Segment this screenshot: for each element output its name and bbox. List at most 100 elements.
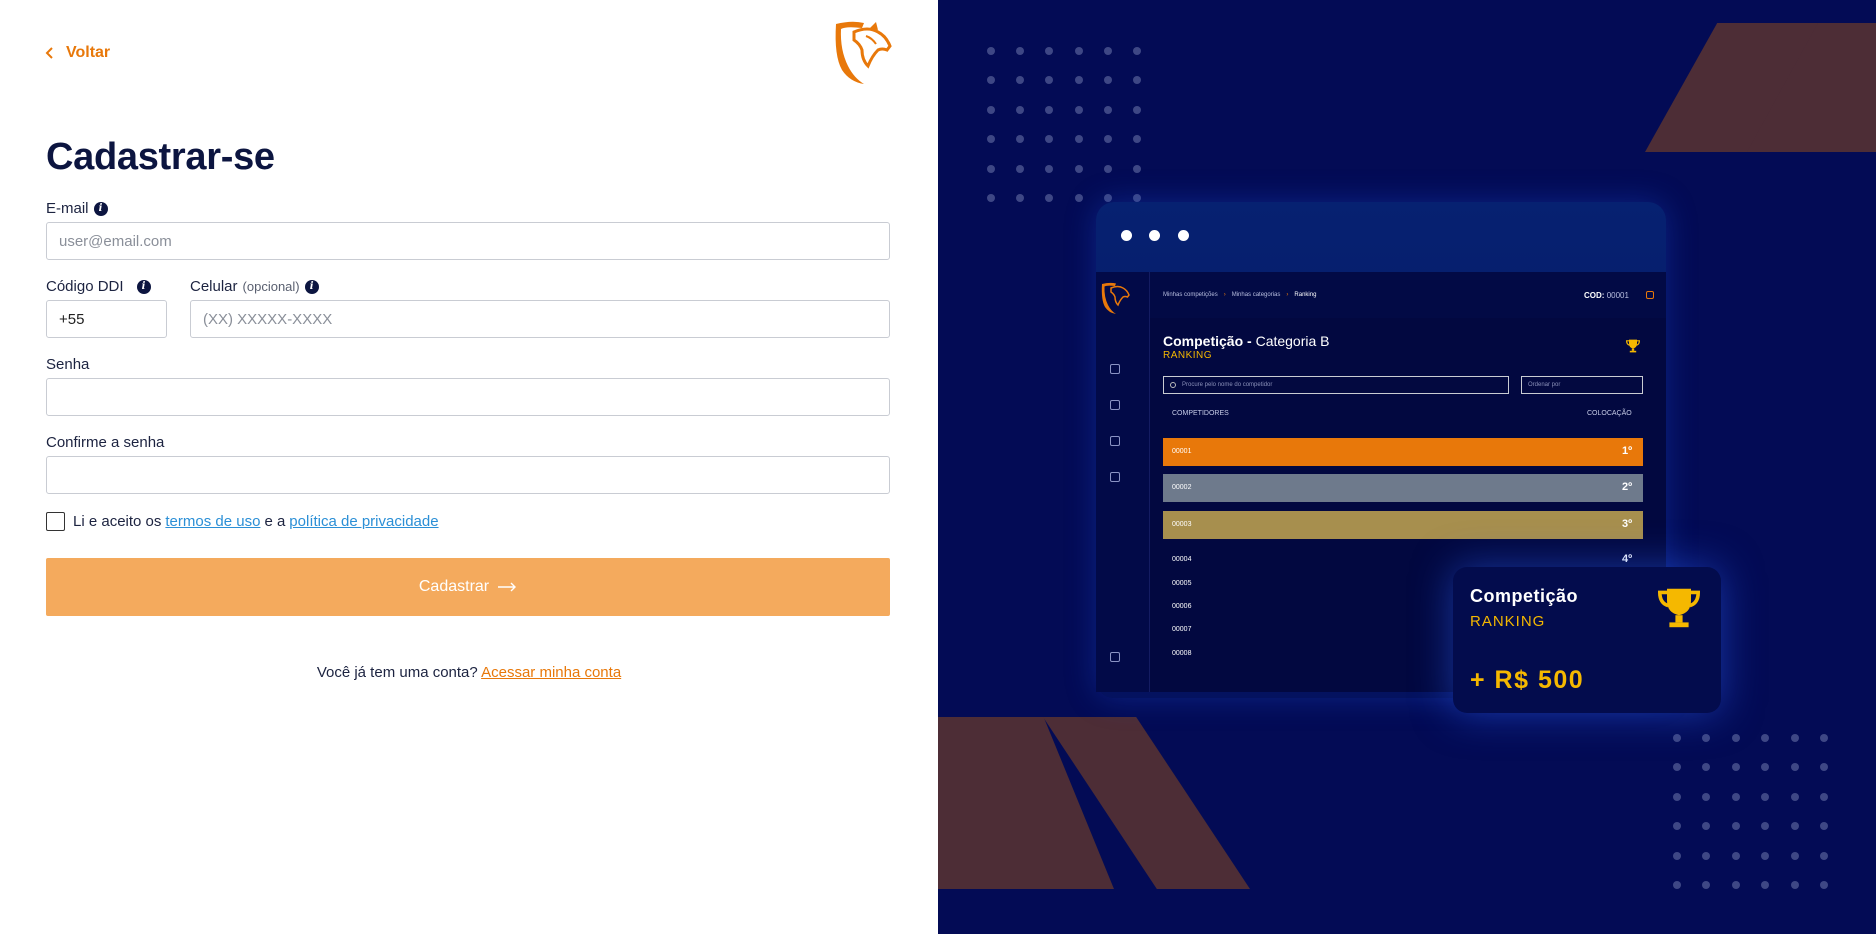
ddi-label-text: Código DDI — [46, 278, 124, 295]
confirm-password-label: Confirme a senha — [46, 434, 164, 451]
decor-dot — [1103, 47, 1112, 55]
terms-middle: e a — [264, 513, 286, 530]
decor-dot — [987, 105, 995, 114]
privacy-policy-link[interactable]: política de privacidade — [289, 513, 438, 530]
decor-dot — [1074, 194, 1083, 202]
confirm-password-label-text: Confirme a senha — [46, 434, 165, 451]
decor-dot — [1790, 763, 1799, 772]
mockup-title-bold: Competição - — [1163, 333, 1252, 349]
decor-dot — [1761, 851, 1770, 860]
logout-icon[interactable] — [1110, 652, 1120, 662]
ranking-code: 00008 — [1172, 650, 1192, 657]
email-field[interactable]: user@email.com — [46, 222, 890, 260]
mockup-title: Competição - Categoria B — [1163, 333, 1330, 349]
mockup-search-input[interactable]: Procure pelo nome do competidor — [1163, 376, 1509, 394]
decor-dot — [1731, 881, 1740, 889]
login-link[interactable]: Acessar minha conta — [481, 664, 621, 681]
info-icon[interactable]: i — [93, 201, 108, 216]
ranking-code: 00001 — [1172, 448, 1192, 455]
info-icon[interactable]: i — [304, 279, 319, 294]
decor-dot — [1673, 881, 1681, 889]
decor-dot — [1790, 792, 1799, 801]
sort-placeholder: Ordenar por — [1528, 382, 1561, 388]
phone-field[interactable]: (XX) XXXXX-XXXX — [190, 300, 890, 338]
decor-dot — [1790, 881, 1799, 889]
password-label: Senha — [46, 356, 89, 373]
email-label: E-mail i — [46, 200, 108, 217]
decor-dot — [1074, 164, 1083, 173]
ranking-row[interactable] — [1163, 474, 1643, 502]
decor-dot — [1731, 822, 1740, 831]
trophy-icon[interactable] — [1110, 400, 1120, 410]
decor-dot — [987, 164, 995, 173]
email-label-text: E-mail — [46, 200, 89, 217]
decor-dot — [1820, 792, 1828, 801]
submit-button[interactable]: Cadastrar — [46, 558, 890, 616]
decor-dot — [1820, 734, 1828, 742]
ddi-field[interactable]: +55 — [46, 300, 167, 338]
decor-dot — [1761, 792, 1770, 801]
terms-of-use-link[interactable]: termos de uso — [165, 513, 260, 530]
search-placeholder: Procure pelo nome do competidor — [1182, 382, 1273, 388]
play-icon[interactable] — [1110, 472, 1120, 482]
ranking-place: 3º — [1622, 518, 1633, 530]
terms-checkbox[interactable] — [46, 512, 65, 531]
horse-shield-logo-icon — [835, 21, 892, 84]
decor-dot — [1820, 881, 1828, 889]
decor-dot — [1074, 76, 1083, 85]
decor-dot — [1016, 105, 1025, 114]
copy-icon[interactable] — [1646, 291, 1654, 299]
decor-dot — [1103, 135, 1112, 144]
decor-dot — [1790, 851, 1799, 860]
mockup-cod: COD: 00001 — [1584, 291, 1629, 300]
window-dot — [1149, 230, 1160, 241]
phone-label-text: Celular — [190, 278, 238, 295]
mockup-breadcrumb: Minhas competições › Minhas categorias › R… — [1163, 292, 1317, 298]
decor-dot — [1074, 47, 1083, 55]
phone-placeholder: (XX) XXXXX-XXXX — [203, 310, 333, 328]
ranking-code: 00006 — [1172, 603, 1192, 610]
signup-panel: Voltar Cadastrar-se E-mail i user@email.… — [0, 0, 938, 934]
decor-dot — [1103, 105, 1112, 114]
ranking-code: 00004 — [1172, 556, 1192, 563]
breadcrumb-item[interactable]: Minhas competições — [1163, 292, 1218, 298]
decor-dot — [1790, 822, 1799, 831]
mockup-sort-select[interactable]: Ordenar por — [1521, 376, 1643, 394]
decor-dot — [1016, 164, 1025, 173]
login-prompt-text: Você já tem uma conta? — [316, 664, 478, 681]
decor-dot — [1673, 734, 1681, 742]
cod-value: 00001 — [1606, 291, 1629, 300]
decor-dot — [1731, 792, 1740, 801]
decor-dot — [1731, 734, 1740, 742]
ranking-row[interactable] — [1163, 511, 1643, 539]
ranking-code: 00002 — [1172, 484, 1192, 491]
decor-dot — [1820, 851, 1828, 860]
phone-optional-text: (opcional) — [242, 279, 300, 294]
back-link[interactable]: Voltar — [44, 44, 110, 62]
mockup-title-light: Categoria B — [1255, 333, 1330, 349]
breadcrumb-item[interactable]: Ranking — [1294, 292, 1316, 298]
submit-label: Cadastrar — [418, 578, 490, 595]
password-field[interactable] — [46, 378, 890, 416]
decor-dot — [1133, 164, 1141, 173]
confirm-password-field[interactable] — [46, 456, 890, 494]
col-competitors: COMPETIDORES — [1172, 410, 1229, 417]
decor-dot — [987, 47, 995, 55]
ranking-code: 00007 — [1172, 626, 1192, 633]
login-prompt: Você já tem uma conta? Acessar minha con… — [0, 664, 938, 681]
breadcrumb-item[interactable]: Minhas categorias — [1232, 292, 1281, 298]
arrow-right-icon — [498, 582, 517, 592]
ranking-row[interactable] — [1163, 438, 1643, 466]
home-icon[interactable] — [1110, 364, 1120, 374]
ranking-code: 00003 — [1172, 521, 1192, 528]
window-dot — [1178, 230, 1189, 241]
chart-icon[interactable] — [1110, 436, 1120, 446]
decor-dot — [987, 194, 995, 202]
card-amount: + R$ 500 — [1470, 666, 1585, 694]
decor-dot — [1702, 851, 1711, 860]
terms-row: Li e aceito os termos de uso e a polític… — [46, 512, 439, 531]
password-label-text: Senha — [46, 356, 90, 373]
info-icon[interactable]: i — [136, 279, 151, 294]
decor-dot — [1673, 792, 1681, 801]
email-placeholder: user@email.com — [59, 232, 172, 250]
